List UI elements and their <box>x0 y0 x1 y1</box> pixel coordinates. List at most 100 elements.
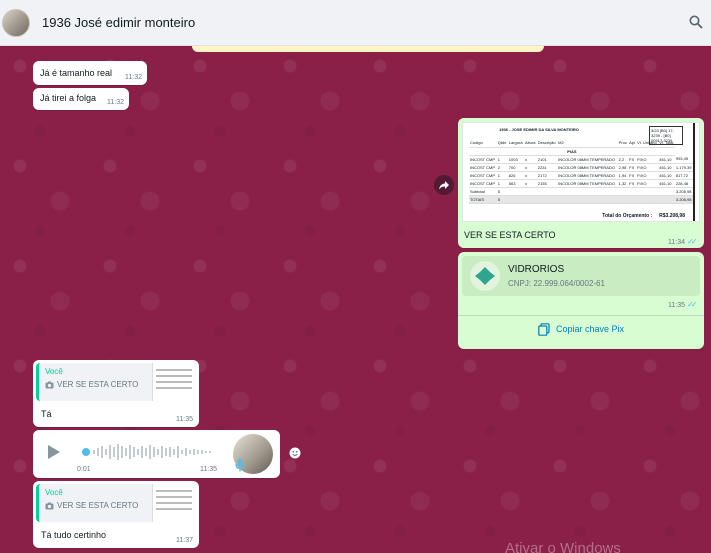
col-header: Altura <box>524 139 537 148</box>
cell: 2155 <box>536 179 558 188</box>
read-ticks-icon: ✓✓ <box>687 300 698 309</box>
quoted-image-thumbnail <box>152 363 196 401</box>
cell: 3.208,98 <box>674 187 693 196</box>
cell: 228,48 <box>674 179 693 188</box>
pix-card[interactable]: VIDRORIOS CNPJ: 22.999.064/0002-61 <box>462 256 700 296</box>
search-icon[interactable] <box>689 15 703 29</box>
message-text: Já é tamanho real <box>40 68 113 78</box>
message-text: Tá tudo certinho <box>41 530 107 540</box>
cell: FIXO <box>636 179 659 188</box>
cell: FX <box>628 179 637 188</box>
cell: FX <box>628 163 637 172</box>
cell: TOTAIS <box>469 195 497 204</box>
cell: 3.208,98 <box>674 195 693 204</box>
incoming-reply-message[interactable]: Você VER SE ESTA CERTO Tá 11:35 <box>33 360 199 427</box>
incoming-audio-message[interactable]: 0:01 11:35 <box>33 430 280 478</box>
budget-table: Código Qtde Largura Altura Descrição M2 … <box>469 139 693 204</box>
col-header: Vl. Total <box>658 139 675 148</box>
quoted-text: VER SE ESTA CERTO <box>45 380 138 389</box>
cell: 5 <box>496 187 508 196</box>
cell: x <box>524 155 537 164</box>
cell: 2172 <box>536 171 558 180</box>
col-header: Código <box>469 139 497 148</box>
cell: 1,94 <box>617 171 629 180</box>
outgoing-image-message[interactable]: 1936 - JOSE EDIMIR DA SILVA MONTEIRO 3/2… <box>458 118 704 248</box>
cell: FX <box>628 155 637 164</box>
quoted-message[interactable]: Você VER SE ESTA CERTO <box>36 484 196 522</box>
cell: 563 <box>507 179 524 188</box>
pix-recipient-name: VIDRORIOS <box>508 264 565 275</box>
cell: 2,98 <box>617 163 629 172</box>
message-text: Já tirei a folga <box>40 93 97 103</box>
cell: FIXO <box>636 163 659 172</box>
table-row: INCOST CMP 1 826 x 2172 INCOLOR 08MM TEM… <box>469 171 693 180</box>
cell: INCOST CMP <box>469 171 497 180</box>
col-header: Apl <box>628 139 637 148</box>
cell: 1 <box>496 155 508 164</box>
quoted-caption: VER SE ESTA CERTO <box>57 501 139 510</box>
table-row: INCOST CMP 1 1003 x 2101 INCOLOR 08MM TE… <box>469 155 693 164</box>
incoming-reply-message[interactable]: Você VER SE ESTA CERTO Tá tudo certinho … <box>33 481 199 548</box>
copy-icon <box>538 322 550 336</box>
cell: 1.179,39 <box>674 163 693 172</box>
cell: FX <box>628 171 637 180</box>
cell: 1 <box>496 179 508 188</box>
message-time: 11:32 <box>125 74 142 81</box>
quoted-text: VER SE ESTA CERTO <box>45 501 138 510</box>
audio-waveform[interactable] <box>79 442 225 462</box>
cell: 461,10 <box>658 155 675 164</box>
cell: 2101 <box>536 155 558 164</box>
cell: 2,2 <box>617 155 629 164</box>
cell: 1 <box>496 171 508 180</box>
table-group-row: PIAS <box>469 147 693 156</box>
cell: x <box>524 179 537 188</box>
contact-avatar[interactable] <box>2 8 30 37</box>
cell: 461,10 <box>658 163 675 172</box>
cell: 826 <box>507 171 524 180</box>
message-time: 11:35 ✓✓ <box>668 300 698 309</box>
time-value: 11:34 <box>668 239 685 246</box>
previous-message-edge <box>192 46 544 52</box>
cell: Subtotal <box>469 187 497 196</box>
pix-cnpj: CNPJ: 22.999.064/0002-61 <box>508 279 605 288</box>
contact-name[interactable]: 1936 José edimir monteiro <box>42 15 195 30</box>
incoming-message[interactable]: Já é tamanho real 11:32 <box>33 61 147 85</box>
cell: 817,72 <box>674 171 693 180</box>
time-value: 11:35 <box>668 302 685 309</box>
copy-pix-key-button[interactable]: Copiar chave Pix <box>538 322 624 336</box>
cell: INCOLOR 08MM TEMPERADO <box>557 163 618 172</box>
copy-pix-key-label: Copiar chave Pix <box>556 324 625 334</box>
audio-duration: 0:01 <box>77 466 91 473</box>
cell: FIXO <box>636 171 659 180</box>
cell: INCOST CMP <box>469 155 497 164</box>
cell: 1,32 <box>617 179 629 188</box>
budget-document-image[interactable]: 1936 - JOSE EDIMIR DA SILVA MONTEIRO 3/2… <box>462 122 700 222</box>
camera-icon <box>45 381 54 388</box>
col-header: Descrição <box>536 139 558 148</box>
incoming-message[interactable]: Já tirei a folga 11:32 <box>33 88 129 110</box>
table-row: INCOST CMP 1 563 x 2155 INCOLOR 08MM TEM… <box>469 179 693 188</box>
outgoing-pix-message[interactable]: VIDRORIOS CNPJ: 22.999.064/0002-61 11:35… <box>458 252 704 349</box>
group-label: PIAS <box>469 147 675 156</box>
table-row: INCOST CMP 2 700 x 2231 INCOLOR 08MM TEM… <box>469 163 693 172</box>
quoted-author: Você <box>45 488 63 497</box>
forward-icon[interactable] <box>434 175 454 195</box>
message-time: 11:37 <box>176 537 193 544</box>
emoji-reaction-icon[interactable] <box>289 447 301 459</box>
cell: 2 <box>496 163 508 172</box>
message-text: Tá <box>41 409 52 419</box>
cell: 5 <box>496 195 508 204</box>
quoted-image-thumbnail <box>152 484 196 522</box>
cell: INCOLOR 08MM TEMPERADO <box>557 155 618 164</box>
play-icon[interactable] <box>47 444 61 460</box>
doc-title: 1936 - JOSE EDIMIR DA SILVA MONTEIRO <box>499 127 579 132</box>
chat-header[interactable]: 1936 José edimir monteiro <box>0 0 711 46</box>
cell: INCOST CMP <box>469 163 497 172</box>
cell: INCOLOR 08MM TEMPERADO <box>557 171 618 180</box>
quoted-message[interactable]: Você VER SE ESTA CERTO <box>36 363 196 401</box>
budget-total: Total do Orçamento : R$3.208,98 <box>602 213 685 219</box>
cell: 993,45 <box>674 155 693 164</box>
doc-border <box>693 123 695 221</box>
cell: 700 <box>507 163 524 172</box>
windows-activation-watermark: Ativar o Windows <box>505 540 621 553</box>
